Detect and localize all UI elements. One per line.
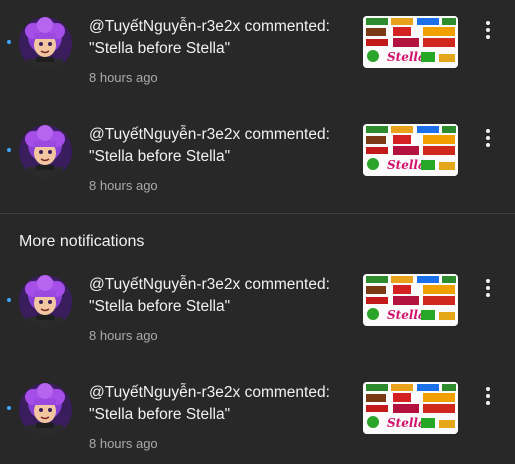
avatar[interactable] [19,17,72,70]
notification-text: @TuyếtNguyễn-r3e2x commented: "Stella be… [89,18,330,57]
notification-text: @TuyếtNguyễn-r3e2x commented: "Stella be… [89,126,330,165]
menu-dot [486,401,490,405]
notification-time: 8 hours ago [89,328,158,343]
unread-dot [7,40,11,44]
menu-dot [486,279,490,283]
menu-dot [486,28,490,32]
unread-dot [7,148,11,152]
unread-dot [7,406,11,410]
thumbnail-caption: Stella [387,50,426,64]
menu-dot [486,387,490,391]
menu-dot [486,286,490,290]
menu-dot [486,136,490,140]
menu-dot [486,293,490,297]
video-thumbnail[interactable]: Stella [363,382,458,434]
video-thumbnail[interactable]: Stella [363,124,458,176]
more-options-icon[interactable] [474,382,502,410]
notification-item[interactable]: @TuyếtNguyễn-r3e2x commented: "Stella be… [0,366,515,458]
avatar[interactable] [19,125,72,178]
unread-dot [7,298,11,302]
menu-dot [486,35,490,39]
video-thumbnail[interactable]: Stella [363,274,458,326]
more-options-icon[interactable] [474,16,502,44]
notification-item[interactable]: @TuyếtNguyễn-r3e2x commented: "Stella be… [0,108,515,200]
video-thumbnail[interactable]: Stella [363,16,458,68]
notification-time: 8 hours ago [89,70,158,85]
menu-dot [486,143,490,147]
section-divider [0,213,515,214]
thumbnail-caption: Stella [387,416,426,430]
avatar[interactable] [19,275,72,328]
notification-item[interactable]: @TuyếtNguyễn-r3e2x commented: "Stella be… [0,258,515,350]
menu-dot [486,129,490,133]
notification-time: 8 hours ago [89,178,158,193]
menu-dot [486,21,490,25]
notification-time: 8 hours ago [89,436,158,451]
notification-item[interactable]: @TuyếtNguyễn-r3e2x commented: "Stella be… [0,0,515,92]
more-options-icon[interactable] [474,124,502,152]
notification-text: @TuyếtNguyễn-r3e2x commented: "Stella be… [89,384,330,423]
section-heading: More notifications [19,233,145,250]
notification-text: @TuyếtNguyễn-r3e2x commented: "Stella be… [89,276,330,315]
thumbnail-caption: Stella [387,308,426,322]
more-options-icon[interactable] [474,274,502,302]
menu-dot [486,394,490,398]
avatar[interactable] [19,383,72,436]
thumbnail-caption: Stella [387,158,426,172]
